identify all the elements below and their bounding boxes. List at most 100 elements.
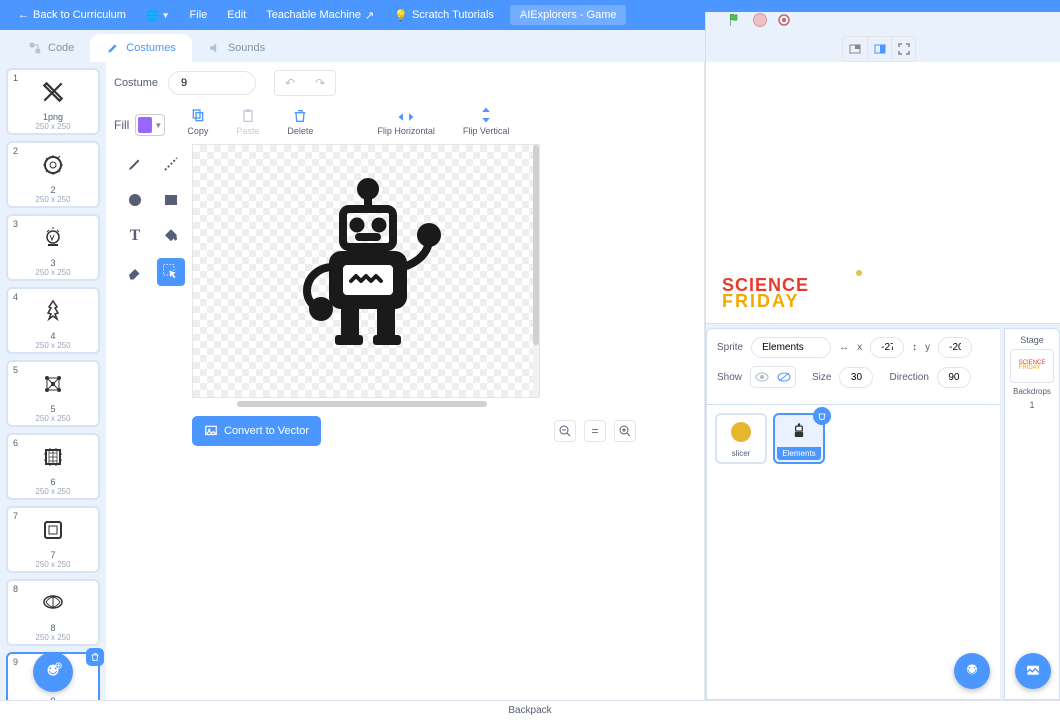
teachable-machine-link[interactable]: Teachable Machine ↗ bbox=[256, 0, 384, 30]
project-title[interactable]: AIExplorers - Game bbox=[510, 5, 627, 25]
add-sprite-button[interactable] bbox=[954, 653, 990, 689]
costume-thumb bbox=[10, 366, 96, 402]
text-tool[interactable]: T bbox=[121, 222, 149, 250]
flip-vertical-button[interactable]: Flip Vertical bbox=[457, 106, 516, 136]
costume-label: 4 bbox=[10, 331, 96, 341]
costume-thumb bbox=[10, 439, 96, 475]
circle-tool[interactable] bbox=[121, 186, 149, 214]
backpack-bar[interactable]: Backpack bbox=[0, 700, 1060, 720]
costume-item-1[interactable]: 11png250 x 250 bbox=[6, 68, 100, 135]
costume-item-7[interactable]: 77250 x 250 bbox=[6, 506, 100, 573]
stage-title: Stage bbox=[1020, 335, 1044, 345]
sprite-thumb-label: slicer bbox=[719, 447, 763, 460]
tutorials-menu[interactable]: 💡 Scratch Tutorials bbox=[384, 0, 504, 30]
tool-palette: T bbox=[114, 144, 192, 692]
edit-menu[interactable]: Edit bbox=[217, 0, 256, 30]
rect-tool[interactable] bbox=[157, 186, 185, 214]
backdrop-thumb[interactable]: SCIENCE FRIDAY bbox=[1010, 349, 1054, 383]
costume-dims: 250 x 250 bbox=[10, 268, 96, 277]
costume-item-6[interactable]: 66250 x 250 bbox=[6, 433, 100, 500]
paste-button[interactable]: Paste bbox=[230, 108, 265, 136]
costume-number: 3 bbox=[13, 219, 18, 229]
costume-item-3[interactable]: 33250 x 250 bbox=[6, 214, 100, 281]
green-flag-icon[interactable] bbox=[727, 12, 743, 28]
sprite-y-input[interactable] bbox=[938, 337, 972, 358]
zoom-out-button[interactable] bbox=[554, 420, 576, 442]
zoom-reset-button[interactable]: = bbox=[584, 420, 606, 442]
undo-button[interactable]: ↶ bbox=[275, 71, 305, 95]
convert-to-vector-button[interactable]: Convert to Vector bbox=[192, 416, 321, 446]
costume-name-input[interactable] bbox=[168, 71, 256, 95]
fill-label: Fill bbox=[114, 118, 129, 132]
costume-dims: 250 x 250 bbox=[10, 195, 96, 204]
lightbulb-icon: 💡 bbox=[394, 9, 408, 22]
direction-label: Direction bbox=[889, 372, 928, 383]
paint-canvas[interactable] bbox=[192, 144, 540, 398]
costume-label: 8 bbox=[10, 623, 96, 633]
delete-button[interactable]: Delete bbox=[281, 108, 319, 136]
costume-thumb bbox=[10, 147, 96, 183]
add-costume-button[interactable] bbox=[33, 652, 73, 692]
copy-button[interactable]: Copy bbox=[181, 108, 214, 136]
record-button[interactable] bbox=[777, 13, 791, 27]
backdrops-label: Backdrops bbox=[1013, 387, 1051, 396]
stop-button[interactable] bbox=[753, 13, 767, 27]
add-backdrop-button[interactable] bbox=[1015, 653, 1051, 689]
fullscreen-button[interactable] bbox=[891, 37, 915, 61]
canvas-scroll-vertical[interactable] bbox=[533, 145, 539, 397]
fill-tool[interactable] bbox=[157, 222, 185, 250]
costume-dims: 250 x 250 bbox=[10, 487, 96, 496]
costume-item-8[interactable]: 88250 x 250 bbox=[6, 579, 100, 646]
globe-icon: 🌐 bbox=[146, 9, 160, 22]
delete-costume-button[interactable] bbox=[86, 648, 104, 666]
tab-costumes[interactable]: Costumes bbox=[90, 34, 192, 62]
costume-label: 3 bbox=[10, 258, 96, 268]
stage-selector[interactable]: Stage SCIENCE FRIDAY Backdrops 1 bbox=[1004, 328, 1060, 700]
flip-horizontal-button[interactable]: Flip Horizontal bbox=[371, 110, 441, 136]
canvas-scroll-horizontal[interactable] bbox=[237, 401, 487, 407]
arrow-left-icon: ← bbox=[18, 9, 29, 21]
file-menu[interactable]: File bbox=[180, 0, 218, 30]
sound-icon bbox=[208, 41, 222, 55]
size-label: Size bbox=[812, 372, 831, 383]
costume-thumb bbox=[10, 74, 96, 110]
select-tool[interactable] bbox=[157, 258, 185, 286]
fill-color-picker[interactable]: ▼ bbox=[135, 114, 165, 136]
line-tool[interactable] bbox=[157, 150, 185, 178]
costume-dims: 250 x 250 bbox=[10, 341, 96, 350]
redo-button[interactable]: ↷ bbox=[305, 71, 335, 95]
tab-code[interactable]: Code bbox=[12, 34, 90, 62]
costume-number: 9 bbox=[13, 657, 18, 667]
sprite-direction-input[interactable] bbox=[937, 367, 971, 388]
zoom-in-button[interactable] bbox=[614, 420, 636, 442]
sprite-item-slicer[interactable]: slicer bbox=[715, 413, 767, 464]
back-to-curriculum[interactable]: ← Back to Curriculum bbox=[8, 0, 136, 30]
costume-label: 9 bbox=[10, 696, 96, 700]
costume-item-5[interactable]: 55250 x 250 bbox=[6, 360, 100, 427]
large-stage-button[interactable] bbox=[867, 37, 891, 61]
costume-item-4[interactable]: 44250 x 250 bbox=[6, 287, 100, 354]
eraser-tool[interactable] bbox=[121, 258, 149, 286]
sprite-info: Sprite ↔ x ↕ y Show bbox=[706, 328, 1000, 405]
code-icon bbox=[28, 41, 42, 55]
costume-item-2[interactable]: 22250 x 250 bbox=[6, 141, 100, 208]
hide-sprite-button[interactable] bbox=[773, 367, 795, 387]
sprite-x-input[interactable] bbox=[870, 337, 904, 358]
costume-label: 6 bbox=[10, 477, 96, 487]
external-link-icon: ↗ bbox=[365, 9, 374, 22]
costume-number: 6 bbox=[13, 438, 18, 448]
language-menu[interactable]: 🌐 ▼ bbox=[136, 0, 180, 30]
sprite-name-input[interactable] bbox=[751, 337, 831, 358]
tab-sounds[interactable]: Sounds bbox=[192, 34, 281, 62]
show-sprite-button[interactable] bbox=[751, 367, 773, 387]
brush-tool[interactable] bbox=[121, 150, 149, 178]
sprite-size-input[interactable] bbox=[839, 367, 873, 388]
delete-sprite-button[interactable] bbox=[813, 407, 831, 425]
costume-label: 5 bbox=[10, 404, 96, 414]
costume-label: 1png bbox=[10, 112, 96, 122]
show-label: Show bbox=[717, 372, 742, 383]
small-stage-button[interactable] bbox=[843, 37, 867, 61]
sprite-item-Elements[interactable]: Elements bbox=[773, 413, 825, 464]
costume-thumb bbox=[10, 512, 96, 548]
stage-preview[interactable]: SCIENCE FRIDAY bbox=[706, 62, 1060, 324]
